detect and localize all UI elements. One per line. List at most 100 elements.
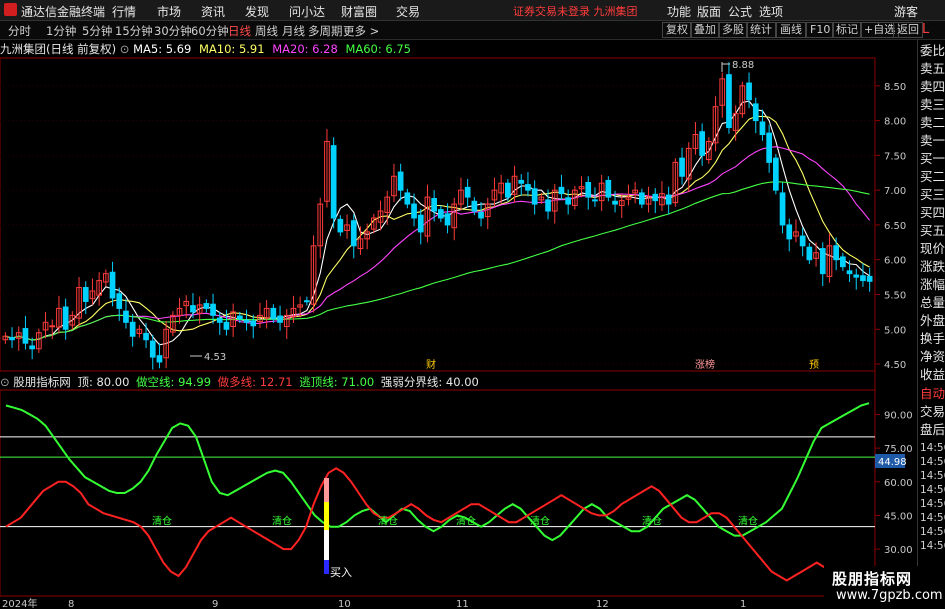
- candle-body: [799, 235, 806, 247]
- tool-back[interactable]: 返回: [893, 22, 923, 38]
- sidebar-auto[interactable]: 自动: [920, 385, 945, 403]
- candle-body: [116, 293, 123, 309]
- candle-body: [759, 121, 766, 136]
- period-multi[interactable]: 多周期: [308, 23, 343, 39]
- period-15min[interactable]: 15分钟: [115, 23, 153, 39]
- price-tick-label: 7.50: [884, 151, 906, 162]
- candle-body: [62, 306, 69, 330]
- event-yu[interactable]: 预: [809, 359, 819, 371]
- menu-layout[interactable]: 版面: [697, 3, 721, 20]
- guest-button[interactable]: 游客: [894, 3, 918, 20]
- clear-label: 清仓: [378, 515, 398, 528]
- candle-body: [330, 145, 337, 219]
- tool-overlay[interactable]: 叠加: [690, 22, 720, 38]
- tool-stats[interactable]: 统计: [746, 22, 776, 38]
- candle-body: [438, 209, 444, 219]
- date-label-aug: 8: [68, 599, 74, 609]
- sidebar-item[interactable]: 买二: [920, 168, 945, 186]
- sidebar-item[interactable]: 现价: [920, 240, 945, 258]
- sidebar-item[interactable]: 委比: [920, 42, 945, 60]
- sidebar-item[interactable]: 收益: [920, 366, 945, 384]
- period-30min[interactable]: 30分钟: [154, 23, 192, 39]
- period-60min[interactable]: 60分钟: [191, 23, 229, 39]
- period-timeshare[interactable]: 分时: [8, 23, 31, 39]
- candle-body: [404, 192, 411, 205]
- sidebar-item[interactable]: 净资: [920, 348, 945, 366]
- candle-body: [350, 220, 357, 247]
- candle-body: [639, 192, 645, 205]
- sidebar-item[interactable]: 卖二: [920, 114, 945, 132]
- candle-body: [518, 179, 525, 184]
- menu-ask[interactable]: 问小达: [289, 3, 325, 20]
- tool-f10[interactable]: F10: [806, 22, 835, 38]
- price-tick-label: 5.50: [884, 290, 906, 301]
- sidebar-item[interactable]: 总量: [920, 294, 945, 312]
- sidebar-item[interactable]: 换手: [920, 330, 945, 348]
- price-high-label: 8.88: [732, 60, 754, 71]
- candle-body: [223, 321, 230, 330]
- period-monthly[interactable]: 月线: [282, 23, 305, 39]
- sidebar-trade[interactable]: 交易: [920, 403, 945, 421]
- login-notice[interactable]: 证券交易未登录 九洲集团: [513, 3, 638, 19]
- event-cai[interactable]: 财: [426, 358, 436, 371]
- menu-discover[interactable]: 发现: [245, 3, 269, 20]
- menu-formula[interactable]: 公式: [728, 3, 752, 20]
- candle-body: [585, 182, 592, 198]
- menu-wealth[interactable]: 财富圈: [341, 3, 377, 20]
- period-1min[interactable]: 1分钟: [46, 23, 76, 39]
- candle-body: [190, 305, 196, 313]
- menu-quotes[interactable]: 行情: [112, 3, 136, 20]
- candle-body: [605, 179, 612, 198]
- sidebar-item[interactable]: 卖一: [920, 132, 945, 150]
- tool-mark[interactable]: 标记: [832, 22, 862, 38]
- tool-adjust[interactable]: 复权: [662, 22, 692, 38]
- event-zhangting[interactable]: 涨榜: [695, 358, 715, 371]
- price-high-annotation: 8.88: [721, 60, 754, 72]
- period-daily[interactable]: 日线: [228, 23, 251, 39]
- menu-options[interactable]: 选项: [759, 3, 783, 20]
- tool-draw[interactable]: 画线: [776, 22, 806, 38]
- watermark-url: www.7gpzb.com: [836, 588, 943, 603]
- chart-area[interactable]: 8.50 8.00 7.50 7.00 6.50 6.00 5.50 5.00 4.50 8.8…: [0, 40, 917, 609]
- sidebar-item[interactable]: 买五: [920, 222, 945, 240]
- sidebar-item[interactable]: 卖四: [920, 78, 945, 96]
- sidebar-item[interactable]: 买四: [920, 204, 945, 222]
- sidebar-item[interactable]: 卖三: [920, 96, 945, 114]
- sidebar-L[interactable]: L: [922, 22, 929, 37]
- candle-body: [665, 194, 672, 205]
- sidebar-afterhours[interactable]: 盘后: [920, 421, 945, 439]
- price-tick-label: 7.00: [884, 186, 906, 197]
- menu-function[interactable]: 功能: [667, 3, 691, 20]
- candle-body: [565, 197, 571, 205]
- indicator-tick-label: 30.00: [884, 545, 913, 556]
- period-5min[interactable]: 5分钟: [82, 23, 112, 39]
- candle-body: [860, 275, 866, 282]
- sidebar-item[interactable]: 卖五: [920, 60, 945, 78]
- indicator-frame: [0, 389, 876, 597]
- sidebar-item[interactable]: 买一: [920, 150, 945, 168]
- price-tick-label: 8.50: [884, 82, 906, 93]
- period-weekly[interactable]: 周线: [255, 23, 278, 39]
- candle-body: [431, 198, 437, 212]
- candle-body: [531, 188, 538, 205]
- indicator-tick-label: 60.00: [884, 478, 913, 489]
- period-more[interactable]: 更多 >: [343, 23, 379, 39]
- candle-body: [29, 345, 35, 350]
- tdx-logo-icon: [4, 3, 17, 16]
- candle-body: [679, 157, 685, 177]
- candle-body: [592, 199, 598, 202]
- price-tick-label: 6.50: [884, 221, 906, 232]
- price-low-annotation: 4.53: [190, 352, 226, 363]
- candle-body: [417, 214, 424, 233]
- tool-multi[interactable]: 多股: [718, 22, 748, 38]
- candle-body: [766, 132, 772, 163]
- menu-news[interactable]: 资讯: [201, 3, 225, 20]
- candle-body: [846, 270, 853, 275]
- sidebar-item[interactable]: 买三: [920, 186, 945, 204]
- sidebar-item[interactable]: 涨跌: [920, 258, 945, 276]
- menu-market[interactable]: 市场: [157, 3, 181, 20]
- sidebar-item[interactable]: 外盘: [920, 312, 945, 330]
- sidebar-item[interactable]: 涨幅: [920, 276, 945, 294]
- menu-trade[interactable]: 交易: [396, 3, 420, 20]
- candle-body: [9, 337, 15, 341]
